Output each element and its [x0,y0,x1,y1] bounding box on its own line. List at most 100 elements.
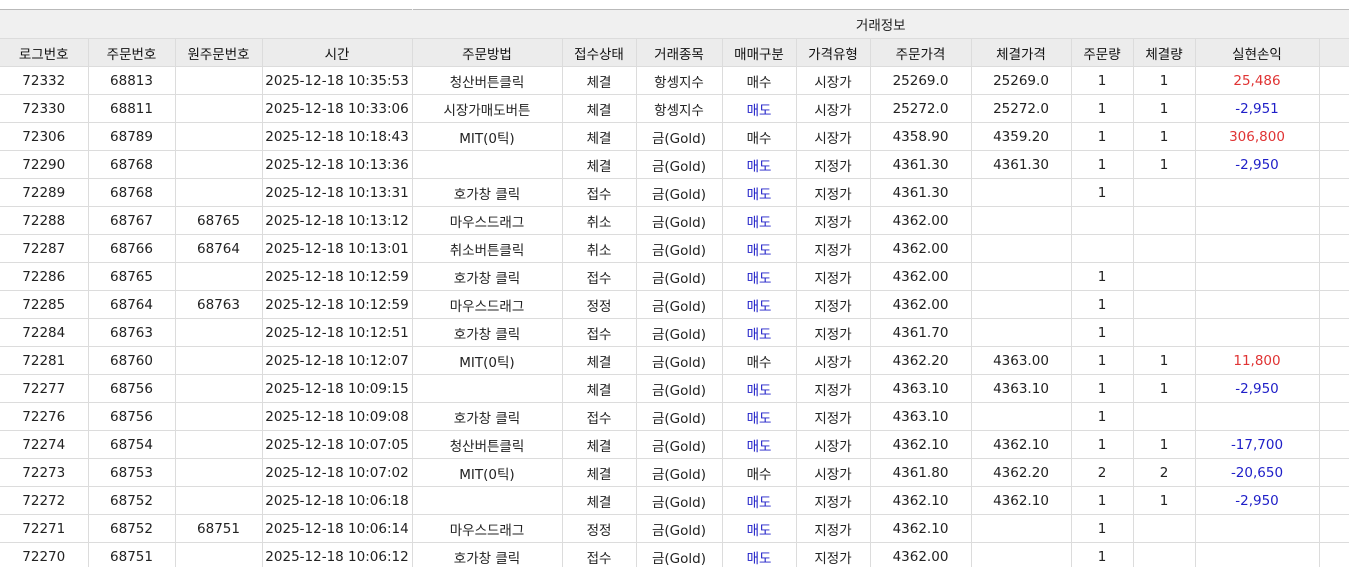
table-row[interactable]: 72281 68760 2025-12-18 10:12:07 MIT(0틱) 체결 금(… [0,346,1349,375]
cell-order-number: 68756 [88,402,176,431]
cell-fill-qty: 1 [1133,122,1196,151]
cell-order-qty: 1 [1071,318,1134,347]
cell-order-price: 4361.30 [870,178,972,207]
cell-trade-item: 금(Gold) [636,374,723,403]
table-row[interactable]: 72330 68811 2025-12-18 10:33:06 시장가매도버튼 체결 항셍… [0,94,1349,123]
cell-trade-item: 금(Gold) [636,458,723,487]
cell-receipt-status: 접수 [562,262,637,291]
cell-receipt-status: 정정 [562,290,637,319]
table-row[interactable]: 72277 68756 2025-12-18 10:09:15 체결 금(Gold) 매도… [0,374,1349,403]
cell-time: 2025-12-18 10:12:51 [262,318,413,347]
cell-trade-side: 매도 [722,206,797,235]
table-row[interactable]: 72276 68756 2025-12-18 10:09:08 호가창 클릭 접수 금(G… [0,402,1349,431]
cell-trade-item: 항셍지수 [636,94,723,123]
cell-time: 2025-12-18 10:35:53 [262,66,413,95]
cell-order-method: MIT(0틱) [412,122,563,151]
table-row[interactable]: 72289 68768 2025-12-18 10:13:31 호가창 클릭 접수 금(G… [0,178,1349,207]
table-row[interactable]: 72273 68753 2025-12-18 10:07:02 MIT(0틱) 체결 금(… [0,458,1349,487]
cell-realized-pnl: 25,486 [1195,66,1320,95]
cell-order-price: 4362.20 [870,346,972,375]
cell-original-order-number [175,150,263,179]
cell-original-order-number [175,458,263,487]
cell-original-order-number [175,262,263,291]
cell-time: 2025-12-18 10:13:01 [262,234,413,263]
cell-price-type: 지정가 [796,374,871,403]
cell-time: 2025-12-18 10:18:43 [262,122,413,151]
cell-fill-qty: 1 [1133,150,1196,179]
cell-realized-pnl [1195,514,1320,543]
cell-order-number: 68768 [88,178,176,207]
table-row[interactable]: 72332 68813 2025-12-18 10:35:53 청산버튼클릭 체결 항셍지… [0,66,1349,95]
table-row[interactable]: 72290 68768 2025-12-18 10:13:36 체결 금(Gold) 매도… [0,150,1349,179]
cell-trade-side: 매도 [722,402,797,431]
cell-trade-item: 금(Gold) [636,486,723,515]
cell-original-order-number [175,430,263,459]
cell-order-price: 4363.10 [870,402,972,431]
column-header-receipt-status[interactable]: 접수상태 [562,38,637,67]
table-row[interactable]: 72271 68752 68751 2025-12-18 10:06:14 마우스드래그… [0,514,1349,543]
cell-trade-item: 금(Gold) [636,206,723,235]
cell-receipt-status: 취소 [562,234,637,263]
cell-realized-pnl: 306,800 [1195,122,1320,151]
cell-receipt-status: 접수 [562,318,637,347]
cell-realized-pnl: 11,800 [1195,346,1320,375]
column-header-log-number[interactable]: 로그번호 [0,38,89,67]
cell-fill-price [971,542,1072,567]
table-row[interactable]: 72284 68763 2025-12-18 10:12:51 호가창 클릭 접수 금(G… [0,318,1349,347]
cell-time: 2025-12-18 10:33:06 [262,94,413,123]
cell-order-method: 호가창 클릭 [412,542,563,567]
cell-realized-pnl [1195,234,1320,263]
cell-original-order-number [175,178,263,207]
cell-order-number: 68789 [88,122,176,151]
cell-trade-side: 매도 [722,178,797,207]
cell-order-method [412,374,563,403]
cell-receipt-status: 체결 [562,486,637,515]
cell-order-method: 마우스드래그 [412,514,563,543]
cell-order-price: 4362.10 [870,430,972,459]
table-row[interactable]: 72272 68752 2025-12-18 10:06:18 체결 금(Gold) 매도… [0,486,1349,515]
column-header-order-price[interactable]: 주문가격 [870,38,972,67]
column-header-fill-price[interactable]: 체결가격 [971,38,1072,67]
column-header-time[interactable]: 시간 [262,38,413,67]
table-row[interactable]: 72306 68789 2025-12-18 10:18:43 MIT(0틱) 체결 금(… [0,122,1349,151]
cell-order-method: MIT(0틱) [412,346,563,375]
column-header-order-qty[interactable]: 주문량 [1071,38,1134,67]
cell-log-number: 72277 [0,374,89,403]
table-row[interactable]: 72286 68765 2025-12-18 10:12:59 호가창 클릭 접수 금(G… [0,262,1349,291]
table-row[interactable]: 72270 68751 2025-12-18 10:06:12 호가창 클릭 접수 금(G… [0,542,1349,567]
table-row[interactable]: 72287 68766 68764 2025-12-18 10:13:01 취소버튼클릭… [0,234,1349,263]
column-header-trade-item[interactable]: 거래종목 [636,38,723,67]
cell-original-order-number: 68751 [175,514,263,543]
group-header-trade-info: 거래정보 [412,9,1349,39]
cell-receipt-status: 체결 [562,150,637,179]
column-header-price-type[interactable]: 가격유형 [796,38,871,67]
cell-fill-qty: 1 [1133,66,1196,95]
cell-trade-side: 매수 [722,122,797,151]
cell-trade-item: 항셍지수 [636,66,723,95]
cell-trade-side: 매도 [722,486,797,515]
column-header-fill-qty[interactable]: 체결량 [1133,38,1196,67]
cell-order-qty [1071,206,1134,235]
cell-time: 2025-12-18 10:13:36 [262,150,413,179]
column-header-trade-side[interactable]: 매매구분 [722,38,797,67]
column-header-original-order-number[interactable]: 원주문번호 [175,38,263,67]
cell-fill-qty: 1 [1133,346,1196,375]
cell-fill-qty [1133,402,1196,431]
cell-original-order-number [175,402,263,431]
column-header-order-method[interactable]: 주문방법 [412,38,563,67]
table-row[interactable]: 72288 68767 68765 2025-12-18 10:13:12 마우스드래그… [0,206,1349,235]
column-header-filler [1319,38,1349,67]
cell-order-qty: 1 [1071,178,1134,207]
cell-time: 2025-12-18 10:12:59 [262,262,413,291]
cell-log-number: 72287 [0,234,89,263]
cell-price-type: 시장가 [796,458,871,487]
cell-order-number: 68752 [88,514,176,543]
table-row[interactable]: 72285 68764 68763 2025-12-18 10:12:59 마우스드래그… [0,290,1349,319]
column-header-realized-pnl[interactable]: 실현손익 [1195,38,1320,67]
cell-trade-item: 금(Gold) [636,402,723,431]
table-row[interactable]: 72274 68754 2025-12-18 10:07:05 청산버튼클릭 체결 금(G… [0,430,1349,459]
column-header-order-number[interactable]: 주문번호 [88,38,176,67]
cell-filler [1319,318,1349,347]
cell-fill-qty [1133,178,1196,207]
cell-log-number: 72288 [0,206,89,235]
